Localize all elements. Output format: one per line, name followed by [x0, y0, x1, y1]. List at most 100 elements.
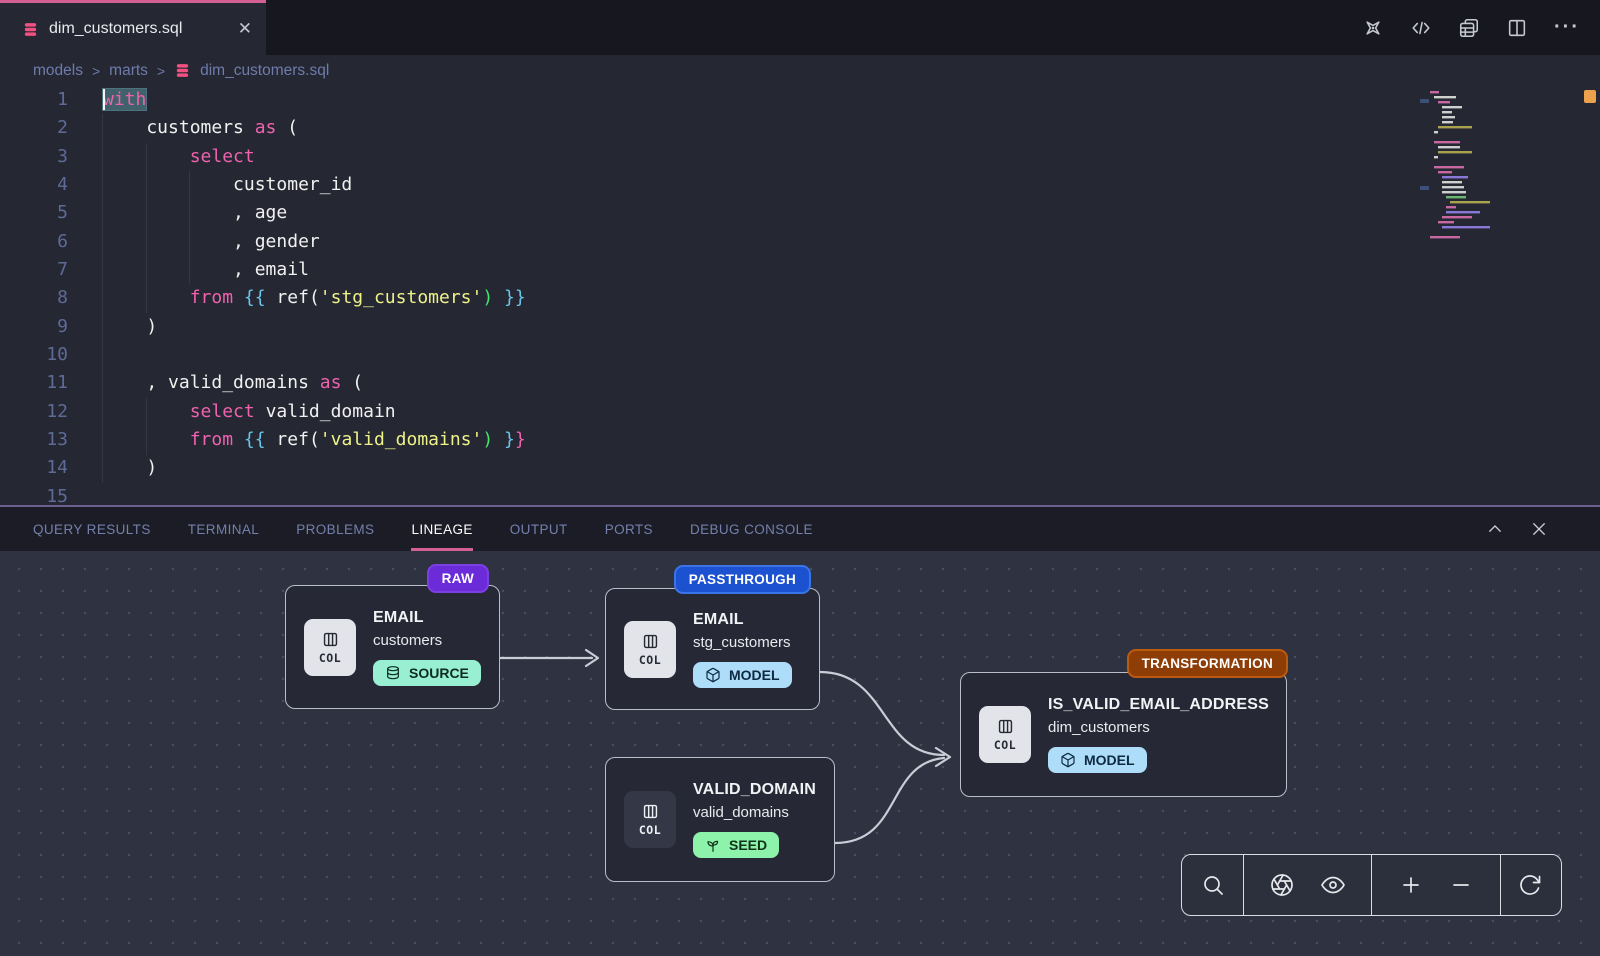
column-chip[interactable]: COL: [979, 706, 1031, 763]
code-token: [493, 287, 504, 308]
materialization-label: MODEL: [1084, 752, 1135, 768]
lineage-node-customers[interactable]: RAWCOLEMAILcustomersSOURCE: [285, 585, 500, 709]
materialization-label: MODEL: [729, 667, 780, 683]
node-subtitle: valid_domains: [693, 804, 816, 821]
code-line[interactable]: 7 , email: [0, 256, 1600, 284]
lineage-node-dim_customers[interactable]: TRANSFORMATIONCOLIS_VALID_EMAIL_ADDRESSd…: [960, 672, 1287, 797]
panel-tab-debug-console[interactable]: DEBUG CONSOLE: [690, 522, 813, 537]
code-token: ): [482, 287, 493, 308]
code-line[interactable]: 3 select: [0, 143, 1600, 171]
code-line[interactable]: 9 ): [0, 313, 1600, 341]
code-line[interactable]: 15: [0, 483, 1600, 505]
copy-table-icon[interactable]: [1458, 17, 1480, 39]
code-token: customer_id: [103, 174, 352, 195]
lineage-toolbar: [1181, 854, 1562, 916]
code-line[interactable]: 4 customer_id: [0, 171, 1600, 199]
code-token: with: [103, 89, 146, 110]
dbt-icon[interactable]: [1362, 17, 1384, 39]
column-chip-label: COL: [639, 823, 661, 837]
panel-close-icon[interactable]: [1530, 520, 1548, 538]
refresh-icon[interactable]: [1518, 873, 1542, 897]
line-number: 13: [0, 426, 68, 454]
code-token: ): [103, 316, 157, 337]
column-chip[interactable]: COL: [304, 619, 356, 676]
line-number: 3: [0, 143, 68, 171]
node-subtitle: stg_customers: [693, 634, 792, 651]
code-token: 'stg_customers': [320, 287, 483, 308]
materialization-badge-source[interactable]: SOURCE: [373, 660, 481, 686]
code-token: , valid_domains: [103, 372, 320, 393]
code-token: ): [103, 457, 157, 478]
lineage-tag-passthrough: PASSTHROUGH: [674, 565, 811, 594]
line-number: 14: [0, 454, 68, 482]
scrollbar-decoration: [1584, 90, 1596, 103]
minimap[interactable]: [1428, 89, 1540, 259]
column-chip-label: COL: [319, 651, 341, 665]
lineage-node-valid_domains[interactable]: COLVALID_DOMAINvalid_domainsSEED: [605, 757, 835, 882]
line-number: 6: [0, 228, 68, 256]
line-number: 4: [0, 171, 68, 199]
materialization-badge-model[interactable]: MODEL: [693, 662, 792, 688]
materialization-badge-seed[interactable]: SEED: [693, 832, 779, 858]
node-subtitle: customers: [373, 632, 481, 649]
materialization-badge-model[interactable]: MODEL: [1048, 747, 1147, 773]
zoom-out-icon[interactable]: [1449, 873, 1473, 897]
panel-tab-problems[interactable]: PROBLEMS: [296, 522, 374, 537]
breadcrumb-separator: >: [157, 63, 165, 79]
editor-actions: ···: [1362, 0, 1580, 55]
code-editor[interactable]: 1 with 2 customers as (3 select4 customer_…: [0, 86, 1600, 505]
column-chip[interactable]: COL: [624, 791, 676, 848]
cube-icon: [1060, 752, 1076, 768]
materialization-label: SOURCE: [409, 665, 469, 681]
code-line[interactable]: 11 , valid_domains as (: [0, 369, 1600, 397]
eye-icon[interactable]: [1321, 873, 1345, 897]
database-icon: [385, 665, 401, 681]
aperture-icon[interactable]: [1270, 873, 1294, 897]
code-line[interactable]: 10: [0, 341, 1600, 369]
breadcrumb-marts[interactable]: marts: [109, 62, 148, 80]
code-token: from: [190, 287, 233, 308]
line-number: 12: [0, 398, 68, 426]
code-line[interactable]: 14 ): [0, 454, 1600, 482]
code-line[interactable]: 8 from {{ ref('stg_customers') }}: [0, 284, 1600, 312]
code-token: , email: [103, 259, 309, 280]
panel-tab-output[interactable]: OUTPUT: [510, 522, 568, 537]
column-chip[interactable]: COL: [624, 621, 676, 678]
code-line[interactable]: 12 select valid_domain: [0, 398, 1600, 426]
breadcrumb-models[interactable]: models: [33, 62, 83, 80]
columns-icon: [996, 717, 1015, 736]
tab-close-icon[interactable]: ✕: [238, 19, 252, 39]
code-line[interactable]: 6 , gender: [0, 228, 1600, 256]
zoom-in-icon[interactable]: [1399, 873, 1423, 897]
cube-icon: [705, 667, 721, 683]
more-actions-icon[interactable]: ···: [1554, 16, 1580, 39]
code-token: [493, 429, 504, 450]
panel-tab-lineage[interactable]: LINEAGE: [411, 522, 472, 537]
tab-dim-customers[interactable]: dim_customers.sql ✕: [0, 0, 266, 55]
column-chip-label: COL: [994, 738, 1016, 752]
code-token: {{: [244, 287, 266, 308]
materialization-label: SEED: [729, 837, 767, 853]
panel-tab-ports[interactable]: PORTS: [605, 522, 653, 537]
code-line[interactable]: 13 from {{ ref('valid_domains') }}: [0, 426, 1600, 454]
indent-guide: [189, 171, 190, 284]
line-number: 9: [0, 313, 68, 341]
panel-chevron-up-icon[interactable]: [1486, 520, 1504, 538]
panel-tab-query-results[interactable]: QUERY RESULTS: [33, 522, 151, 537]
line-number: 1: [0, 86, 68, 114]
code-token: , gender: [103, 231, 320, 252]
code-icon[interactable]: [1410, 17, 1432, 39]
breadcrumb-file[interactable]: dim_customers.sql: [200, 62, 329, 80]
code-line[interactable]: 2 customers as (: [0, 114, 1600, 142]
code-token: {{: [244, 429, 266, 450]
lineage-node-stg_customers[interactable]: PASSTHROUGHCOLEMAILstg_customersMODEL: [605, 588, 820, 710]
code-token: (: [276, 117, 298, 138]
split-editor-icon[interactable]: [1506, 17, 1528, 39]
indent-guide: [146, 398, 147, 455]
panel-tab-terminal[interactable]: TERMINAL: [188, 522, 259, 537]
lineage-canvas[interactable]: RAWCOLEMAILcustomersSOURCEPASSTHROUGHCOL…: [0, 551, 1600, 956]
search-icon[interactable]: [1201, 873, 1225, 897]
code-token: 'valid_domains': [320, 429, 483, 450]
code-line[interactable]: 1 with: [0, 86, 1600, 114]
code-line[interactable]: 5 , age: [0, 199, 1600, 227]
